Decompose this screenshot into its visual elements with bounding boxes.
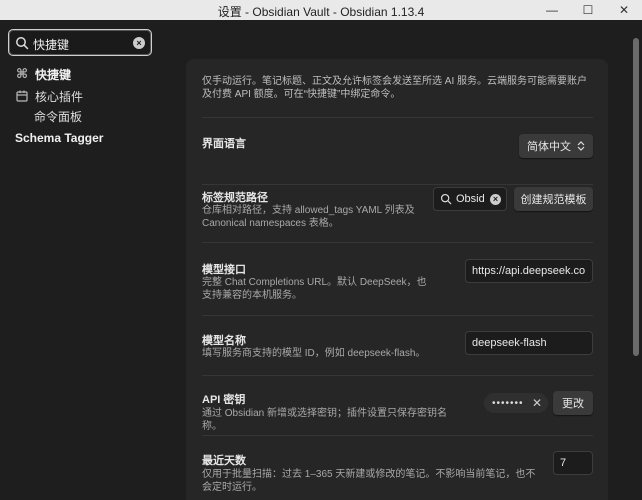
settings-search-input[interactable]: 快捷键 × (8, 29, 152, 56)
setting-description: 填写服务商支持的模型 ID，例如 deepseek-flash。 (202, 348, 426, 359)
language-value: 简体中文 (527, 141, 571, 153)
settings-panel: 仅手动运行。笔记标题、正文及允许标签会发送至所选 AI 服务。云端服务可能需要账… (186, 59, 608, 500)
window-titlebar: 设置 - Obsidian Vault - Obsidian 1.13.4 — … (0, 0, 642, 20)
tag-path-value: Obsid (456, 193, 485, 205)
chevron-updown-icon (577, 141, 585, 151)
setting-row-api-key: API 密钥 通过 Obsidian 新增或选择密钥；插件设置只保存密钥名称。 … (202, 375, 593, 435)
sidebar-item-hotkeys[interactable]: ⌘ 快捷键 (0, 64, 165, 84)
window-controls: — ☐ ✕ (534, 0, 642, 20)
setting-row-model-endpoint: 模型接口 完整 Chat Completions URL。默认 DeepSeek… (202, 242, 593, 315)
close-button[interactable]: ✕ (606, 0, 642, 20)
plugin-intro-text: 仅手动运行。笔记标题、正文及允许标签会发送至所选 AI 服务。云端服务可能需要账… (202, 76, 588, 100)
setting-label: 模型接口 (202, 264, 246, 276)
setting-row-tag-path: 标签规范路径 仓库相对路径，支持 allowed_tags YAML 列表及 C… (202, 184, 593, 242)
sidebar-item-command-palette[interactable]: 命令面板 (0, 106, 165, 126)
setting-label: 最近天数 (202, 455, 246, 467)
setting-description: 通过 Obsidian 新增或选择密钥；插件设置只保存密钥名称。 (202, 408, 448, 432)
setting-description: 完整 Chat Completions URL。默认 DeepSeek，也支持兼… (202, 277, 427, 301)
sidebar-item-label: Schema Tagger (15, 131, 104, 145)
search-value: 快捷键 (33, 38, 70, 52)
sidebar-item-schema-tagger[interactable]: Schema Tagger (0, 128, 165, 148)
sidebar-item-label: 快捷键 (35, 67, 72, 82)
model-name-input[interactable]: deepseek-flash (465, 331, 593, 355)
settings-scrollbar[interactable] (633, 38, 639, 356)
setting-label: 模型名称 (202, 335, 246, 347)
sidebar-item-label: 命令面板 (34, 109, 83, 124)
setting-label: 界面语言 (202, 138, 246, 150)
search-icon (440, 193, 452, 205)
setting-row-recent-days: 最近天数 仅用于批量扫描：过去 1–365 天新建或修改的笔记。不影响当前笔记，… (202, 435, 593, 500)
tag-path-input[interactable]: Obsid × (433, 187, 507, 211)
setting-label: API 密钥 (202, 394, 246, 406)
api-key-chip[interactable]: ••••••• ✕ (484, 393, 548, 413)
setting-label: 标签规范路径 (202, 192, 268, 204)
setting-description: 仅用于批量扫描：过去 1–365 天新建或修改的笔记。不影响当前笔记，也不会定时… (202, 469, 536, 493)
setting-row-model-name: 模型名称 填写服务商支持的模型 ID，例如 deepseek-flash。 de… (202, 315, 593, 375)
language-dropdown[interactable]: 简体中文 (519, 134, 593, 158)
model-endpoint-input[interactable]: https://api.deepseek.co (465, 259, 593, 283)
maximize-button[interactable]: ☐ (570, 0, 606, 20)
close-icon[interactable]: ✕ (532, 396, 543, 410)
change-key-button[interactable]: 更改 (553, 391, 593, 415)
command-icon: ⌘ (15, 66, 29, 81)
setting-description: 仓库相对路径，支持 allowed_tags YAML 列表及 Canonica… (202, 205, 415, 229)
settings-sidebar: 快捷键 × ⌘ 快捷键 核心插件 命令面板 Schema Tagger (0, 20, 165, 500)
clear-search-icon[interactable]: × (133, 37, 145, 49)
minimize-button[interactable]: — (534, 0, 570, 20)
clear-input-icon[interactable]: × (490, 194, 501, 205)
calendar-icon (15, 89, 29, 103)
sidebar-item-core-plugins[interactable]: 核心插件 (0, 86, 165, 106)
create-template-button[interactable]: 创建规范模板 (514, 187, 593, 211)
search-icon (16, 37, 29, 50)
setting-row-language: 界面语言 简体中文 (202, 117, 593, 184)
api-key-masked: ••••••• (492, 397, 524, 409)
sidebar-item-label: 核心插件 (35, 89, 84, 104)
recent-days-input[interactable]: 7 (553, 451, 593, 475)
